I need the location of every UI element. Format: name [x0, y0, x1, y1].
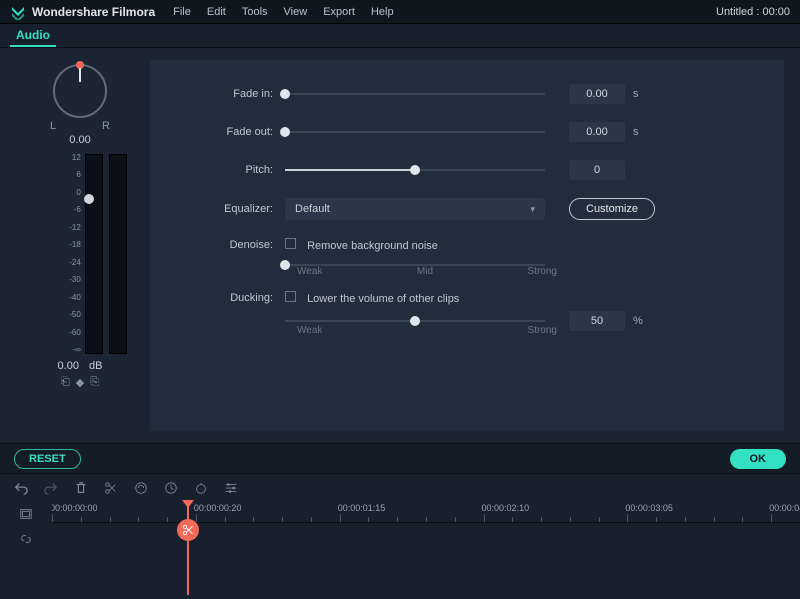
menu-view[interactable]: View: [284, 6, 308, 18]
fade-out-unit: s: [633, 126, 639, 138]
equalizer-label: Equalizer:: [170, 203, 285, 215]
fade-in-slider[interactable]: [285, 87, 545, 101]
pitch-value[interactable]: 0: [569, 160, 625, 180]
time-label: 00:00:02:10: [482, 503, 530, 513]
time-label: 00:00:04:00: [769, 503, 800, 513]
ducking-unit: %: [633, 315, 643, 327]
meter-scale: 126 0-6 -12-18 -24-30 -40-50 -60-∞: [69, 154, 81, 354]
speed-icon[interactable]: [164, 481, 178, 495]
slider-thumb-icon[interactable]: [280, 260, 290, 270]
equalizer-value: Default: [295, 203, 330, 215]
equalizer-select[interactable]: Default ▾: [285, 198, 545, 220]
pan-right-label: R: [102, 120, 110, 132]
split-icon[interactable]: [104, 481, 118, 495]
ducking-checkbox-label: Lower the volume of other clips: [307, 293, 459, 305]
keyframe-add-icon[interactable]: ◆: [76, 376, 84, 389]
pan-indicator-icon: [76, 61, 84, 69]
time-label: 00:00:01:15: [338, 503, 386, 513]
tab-audio[interactable]: Audio: [10, 24, 56, 47]
fade-in-label: Fade in:: [170, 88, 285, 100]
time-label: 00:00:00:20: [194, 503, 242, 513]
ducking-label: Ducking:: [170, 292, 285, 304]
time-ruler[interactable]: 00:00:00:00 00:00:00:20 00:00:01:15 00:00:0…: [52, 501, 800, 523]
timeline: 00:00:00:00 00:00:00:20 00:00:01:15 00:00:0…: [0, 501, 800, 599]
record-icon[interactable]: [194, 481, 208, 495]
panel-footer: RESET OK: [0, 443, 800, 473]
keyframe-prev-icon[interactable]: ⎗: [61, 376, 70, 389]
fade-out-value[interactable]: 0.00: [569, 122, 625, 142]
media-icon[interactable]: [19, 507, 33, 524]
volume-unit: dB: [89, 360, 102, 372]
menu-export[interactable]: Export: [323, 6, 355, 18]
reset-button[interactable]: RESET: [14, 449, 81, 469]
keyframe-next-icon[interactable]: ⎘: [90, 376, 99, 389]
audio-monitor: L R 0.00 126 0-6 -12-18 -24-30 -40-50 -6…: [0, 48, 150, 443]
redo-icon[interactable]: [44, 481, 58, 495]
settings-icon[interactable]: [224, 481, 238, 495]
playhead[interactable]: [187, 501, 189, 595]
equalizer-customize-button[interactable]: Customize: [569, 198, 655, 220]
link-icon[interactable]: [19, 532, 33, 549]
menu-help[interactable]: Help: [371, 6, 394, 18]
slider-thumb-icon[interactable]: [410, 316, 420, 326]
volume-fader[interactable]: [87, 154, 91, 354]
main-panel: L R 0.00 126 0-6 -12-18 -24-30 -40-50 -6…: [0, 48, 800, 443]
fade-in-value[interactable]: 0.00: [569, 84, 625, 104]
ducking-value[interactable]: 50: [569, 311, 625, 331]
pan-left-label: L: [50, 120, 56, 132]
playhead-scissors-icon[interactable]: [177, 519, 199, 541]
app-name: Wondershare Filmora: [32, 5, 155, 19]
pan-value: 0.00: [69, 134, 90, 146]
denoise-checkbox-label: Remove background noise: [307, 240, 438, 252]
denoise-label: Denoise:: [170, 239, 285, 251]
tab-bar: Audio: [0, 24, 800, 48]
audio-form: Fade in: 0.00 s Fade out: 0.00 s Pitch:: [150, 60, 784, 431]
slider-thumb-icon[interactable]: [280, 89, 290, 99]
ducking-checkbox[interactable]: [285, 291, 296, 302]
project-title: Untitled : 00:00: [716, 6, 790, 18]
pitch-label: Pitch:: [170, 164, 285, 176]
denoise-slider[interactable]: [285, 258, 545, 272]
delete-icon[interactable]: [74, 481, 88, 495]
pitch-slider[interactable]: [285, 163, 545, 177]
timeline-toolbar: [0, 473, 800, 501]
timeline-body[interactable]: 00:00:00:00 00:00:00:20 00:00:01:15 00:00:0…: [52, 501, 800, 599]
slider-thumb-icon[interactable]: [280, 127, 290, 137]
time-label: 00:00:03:05: [625, 503, 673, 513]
ok-button[interactable]: OK: [730, 449, 787, 469]
volume-value: 0.00: [58, 360, 79, 372]
denoise-checkbox[interactable]: [285, 238, 296, 249]
undo-icon[interactable]: [14, 481, 28, 495]
menu-tools[interactable]: Tools: [242, 6, 268, 18]
crop-icon[interactable]: [134, 481, 148, 495]
chevron-down-icon: ▾: [530, 204, 535, 215]
menu-file[interactable]: File: [173, 6, 191, 18]
pan-knob[interactable]: [53, 64, 107, 118]
app-logo-icon: [10, 4, 26, 20]
menu-edit[interactable]: Edit: [207, 6, 226, 18]
time-label: 00:00:00:00: [52, 503, 98, 513]
fade-out-slider[interactable]: [285, 125, 545, 139]
menu-bar: Wondershare Filmora File Edit Tools View…: [0, 0, 800, 24]
slider-thumb-icon[interactable]: [410, 165, 420, 175]
fade-out-label: Fade out:: [170, 126, 285, 138]
meter-right: [109, 154, 127, 354]
ducking-slider[interactable]: [285, 314, 545, 328]
volume-thumb-icon[interactable]: [84, 194, 94, 204]
fade-in-unit: s: [633, 88, 639, 100]
